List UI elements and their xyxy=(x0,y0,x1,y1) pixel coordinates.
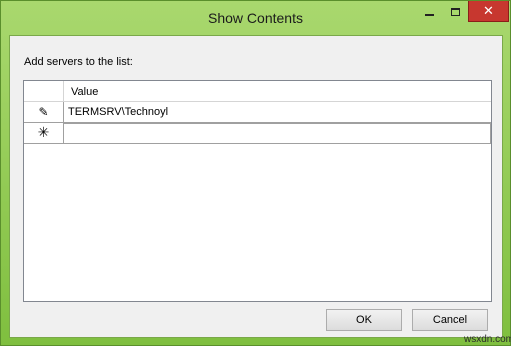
grid-corner-header xyxy=(24,81,64,102)
close-icon: ✕ xyxy=(483,3,494,19)
maximize-icon xyxy=(450,7,460,16)
watermark-text: wsxdn.com xyxy=(464,334,511,345)
asterisk-icon: ✳ xyxy=(37,125,50,141)
value-cell[interactable]: TERMSRV\Technoyl xyxy=(64,102,491,123)
maximize-button[interactable] xyxy=(442,1,468,22)
ok-button[interactable]: OK xyxy=(326,309,402,331)
table-row-new[interactable]: ✳ xyxy=(24,123,491,144)
minimize-button[interactable] xyxy=(416,1,442,22)
table-row[interactable]: ✎ TERMSRV\Technoyl xyxy=(24,102,491,123)
title-bar[interactable]: Show Contents ✕ xyxy=(1,1,510,35)
minimize-icon xyxy=(424,13,434,16)
pencil-icon: ✎ xyxy=(38,105,49,119)
grid-header-row: Value xyxy=(24,81,491,102)
button-bar: OK Cancel xyxy=(10,304,502,337)
cancel-button[interactable]: Cancel xyxy=(412,309,488,331)
dialog-content: Add servers to the list: Value ✎ TERMSRV… xyxy=(9,35,503,338)
server-list-grid[interactable]: Value ✎ TERMSRV\Technoyl ✳ xyxy=(23,80,492,302)
new-value-cell[interactable] xyxy=(64,123,491,144)
row-header[interactable]: ✎ xyxy=(24,102,64,123)
row-header[interactable]: ✳ xyxy=(24,123,64,144)
value-column-header[interactable]: Value xyxy=(64,81,491,102)
list-caption: Add servers to the list: xyxy=(24,56,133,68)
dialog-window: Show Contents ✕ Add servers to the list:… xyxy=(0,0,511,346)
close-button[interactable]: ✕ xyxy=(468,1,509,22)
